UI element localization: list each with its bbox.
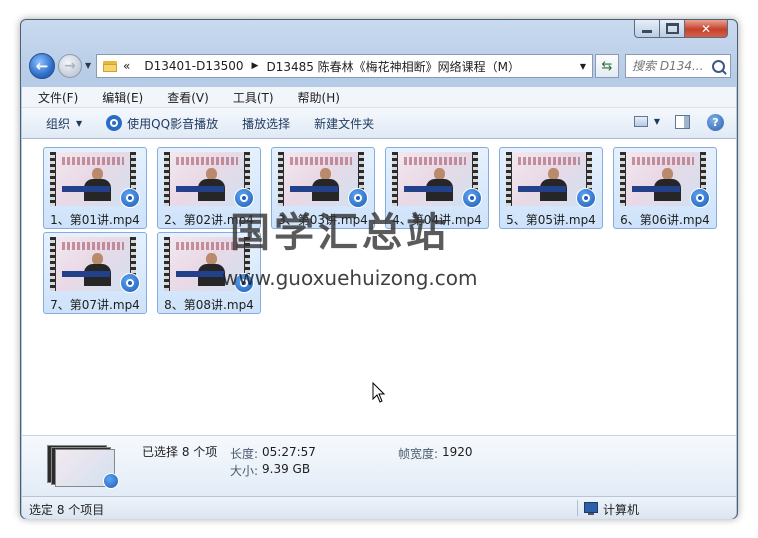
folder-icon	[103, 60, 117, 72]
mouse-cursor-icon	[372, 382, 386, 403]
organize-button[interactable]: 组织 ▼	[46, 115, 82, 132]
frame-width-value: 1920	[442, 445, 473, 459]
breadcrumb-overflow[interactable]: «	[123, 59, 130, 73]
breadcrumb-separator-icon[interactable]: ▶	[252, 61, 259, 71]
file-name: 6、第06讲.mp4	[620, 213, 710, 227]
details-pane: 已选择 8 个项 长度: 05:27:57 大小: 9.39 GB 帧宽度: 1…	[22, 435, 736, 496]
file-name: 7、第07讲.mp4	[50, 298, 140, 312]
play-selection-button[interactable]: 播放选择	[242, 115, 290, 132]
status-divider	[577, 500, 578, 516]
new-folder-button[interactable]: 新建文件夹	[314, 115, 374, 132]
qq-player-badge-icon	[120, 188, 140, 208]
navigation-bar: ← → ▼ « D13401-D13500 ▶ D13485 陈春林《梅花神相断…	[29, 53, 731, 81]
size-label: 大小:	[230, 464, 259, 478]
selected-count: 已选择 8 个项	[142, 445, 218, 459]
view-options-dropdown-icon[interactable]: ▼	[654, 117, 660, 126]
menu-help[interactable]: 帮助(H)	[282, 89, 348, 106]
refresh-icon: ⇆	[601, 58, 613, 74]
file-item[interactable]: 7、第07讲.mp4	[43, 232, 147, 314]
qq-player-icon	[106, 115, 123, 131]
address-dropdown-icon[interactable]: ▼	[580, 62, 586, 71]
length-label: 长度:	[230, 447, 259, 461]
arrow-right-icon: →	[64, 58, 76, 74]
forward-button[interactable]: →	[58, 54, 82, 78]
minimize-button[interactable]	[634, 20, 660, 38]
watermark-url: www.guoxuehuizong.com	[222, 266, 478, 290]
search-box[interactable]	[625, 54, 731, 78]
file-item[interactable]: 5、第05讲.mp4	[499, 147, 603, 229]
menu-bar: 文件(F) 编辑(E) 查看(V) 工具(T) 帮助(H)	[22, 87, 736, 108]
qq-player-badge-icon	[103, 473, 119, 489]
qq-player-badge-icon	[462, 188, 482, 208]
file-name: 8、第08讲.mp4	[164, 298, 254, 312]
breadcrumb-parent[interactable]: D13401-D13500	[144, 59, 243, 73]
history-dropdown-icon[interactable]: ▼	[85, 61, 91, 70]
arrow-left-icon: ←	[35, 57, 49, 75]
file-name: 1、第01讲.mp4	[50, 213, 140, 227]
status-bar: 选定 8 个项目 计算机	[22, 496, 736, 519]
close-icon: ✕	[700, 21, 712, 36]
help-icon[interactable]: ?	[707, 114, 724, 131]
address-bar[interactable]: « D13401-D13500 ▶ D13485 陈春林《梅花神相断》网络课程（…	[96, 54, 593, 78]
search-icon[interactable]	[712, 59, 725, 73]
maximize-icon	[665, 23, 679, 34]
computer-icon	[584, 502, 598, 515]
qq-player-badge-icon	[576, 188, 596, 208]
minimize-icon	[642, 29, 652, 33]
watermark-title: 国学汇总站	[230, 210, 450, 256]
size-value: 9.39 GB	[262, 462, 311, 476]
command-bar: 组织 ▼ 使用QQ影音播放 播放选择 新建文件夹 ▼ ?	[22, 108, 736, 139]
menu-view[interactable]: 查看(V)	[151, 89, 217, 106]
organize-label: 组织	[46, 116, 71, 131]
status-computer-text: 计算机	[603, 503, 640, 517]
maximize-button[interactable]	[660, 20, 685, 38]
refresh-button[interactable]: ⇆	[595, 54, 619, 78]
file-item[interactable]: 1、第01讲.mp4	[43, 147, 147, 229]
qq-player-badge-icon	[120, 273, 140, 293]
length-value: 05:27:57	[262, 445, 316, 459]
back-button[interactable]: ←	[29, 53, 55, 79]
menu-file[interactable]: 文件(F)	[22, 89, 86, 106]
chevron-down-icon: ▼	[76, 118, 83, 128]
search-input[interactable]	[632, 59, 710, 73]
frame-width-label: 帧宽度:	[398, 447, 439, 461]
close-button[interactable]: ✕	[685, 20, 728, 38]
change-view-icon[interactable]	[634, 116, 648, 127]
preview-pane-icon[interactable]	[675, 115, 690, 129]
play-with-qq-label: 使用QQ影音播放	[127, 116, 219, 131]
qq-player-badge-icon	[690, 188, 710, 208]
play-with-qq-button[interactable]: 使用QQ影音播放	[106, 115, 218, 132]
caption-buttons: ✕	[634, 20, 728, 39]
file-name: 5、第05讲.mp4	[506, 213, 596, 227]
breadcrumb-current[interactable]: D13485 陈春林《梅花神相断》网络课程（M）	[266, 58, 520, 75]
menu-tools[interactable]: 工具(T)	[217, 89, 282, 106]
file-item[interactable]: 6、第06讲.mp4	[613, 147, 717, 229]
status-selection-text: 选定 8 个项目	[29, 503, 105, 517]
menu-edit[interactable]: 编辑(E)	[86, 89, 151, 106]
selection-stack-thumbnail	[47, 445, 123, 489]
